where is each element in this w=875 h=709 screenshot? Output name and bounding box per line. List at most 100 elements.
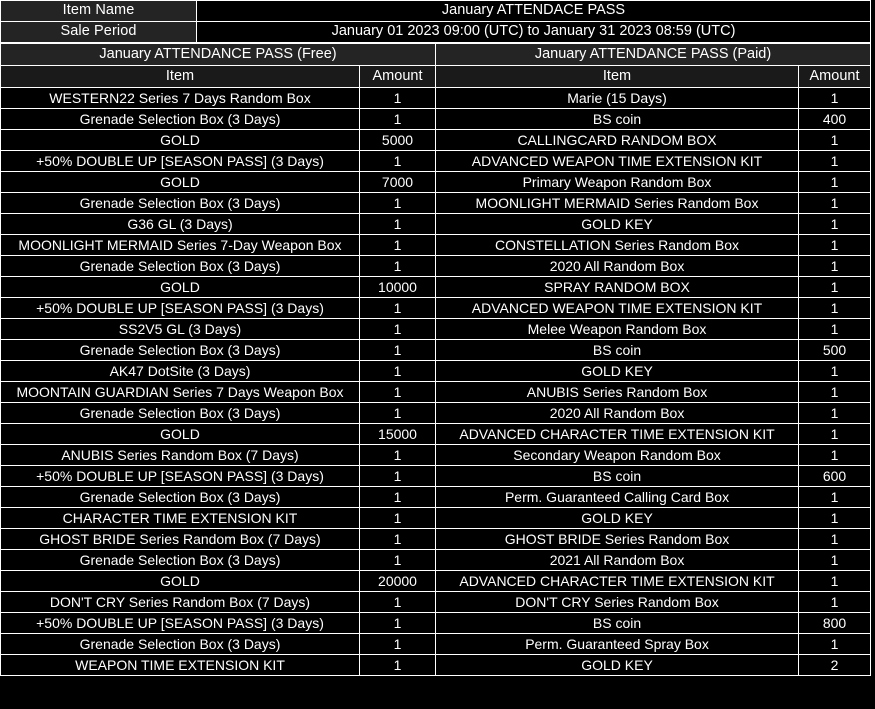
table-row: GOLD 15000 ADVANCED CHARACTER TIME EXTENSI… <box>0 423 872 445</box>
free-amount-column-header: Amount <box>358 65 437 88</box>
paid-amount-cell: 1 <box>798 192 872 214</box>
table-row: Grenade Selection Box (3 Days) 1 MOONLIGHT… <box>0 192 872 214</box>
free-item-cell: GOLD <box>0 423 360 445</box>
paid-item-cell: 2021 All Random Box <box>435 549 800 571</box>
table-row: AK47 DotSite (3 Days) 1 GOLD KEY 1 <box>0 360 872 382</box>
free-item-cell: Grenade Selection Box (3 Days) <box>0 108 360 130</box>
table-row: GOLD 5000 CALLINGCARD RANDOM BOX 1 <box>0 129 872 151</box>
paid-amount-cell: 1 <box>798 549 872 571</box>
free-amount-cell: 1 <box>358 318 437 340</box>
column-header-row: Item Amount Item Amount <box>0 65 872 88</box>
free-item-cell: Grenade Selection Box (3 Days) <box>0 486 360 508</box>
free-amount-cell: 1 <box>358 150 437 172</box>
sale-period-row: Sale Period January 01 2023 09:00 (UTC) … <box>0 21 871 43</box>
free-item-cell: AK47 DotSite (3 Days) <box>0 360 360 382</box>
attendance-pass-table-page: Item Name January ATTENDACE PASS Sale Pe… <box>0 0 875 709</box>
table-row: +50% DOUBLE UP [SEASON PASS] (3 Days) 1 AD… <box>0 150 872 172</box>
paid-item-cell: Perm. Guaranteed Spray Box <box>435 633 800 655</box>
paid-item-cell: ADVANCED WEAPON TIME EXTENSION KIT <box>435 297 800 319</box>
table-row: GOLD 10000 SPRAY RANDOM BOX 1 <box>0 276 872 298</box>
table-row: Grenade Selection Box (3 Days) 1 2020 All … <box>0 402 872 424</box>
paid-item-cell: Marie (15 Days) <box>435 87 800 109</box>
free-amount-cell: 1 <box>358 108 437 130</box>
sale-period-value: January 01 2023 09:00 (UTC) to January 3… <box>196 21 871 43</box>
table-row: MOONTAIN GUARDIAN Series 7 Days Weapon B… <box>0 381 872 403</box>
free-amount-cell: 1 <box>358 549 437 571</box>
paid-item-cell: BS coin <box>435 108 800 130</box>
free-amount-cell: 20000 <box>358 570 437 592</box>
item-name-row: Item Name January ATTENDACE PASS <box>0 0 871 22</box>
paid-item-cell: Perm. Guaranteed Calling Card Box <box>435 486 800 508</box>
table-row: +50% DOUBLE UP [SEASON PASS] (3 Days) 1 BS… <box>0 612 872 634</box>
paid-item-cell: 2020 All Random Box <box>435 255 800 277</box>
sale-period-label: Sale Period <box>0 21 197 43</box>
rewards-table: January ATTENDANCE PASS (Free) January A… <box>0 43 872 676</box>
free-amount-cell: 1 <box>358 633 437 655</box>
free-amount-cell: 1 <box>358 192 437 214</box>
table-row: +50% DOUBLE UP [SEASON PASS] (3 Days) 1 BS… <box>0 465 872 487</box>
free-item-cell: Grenade Selection Box (3 Days) <box>0 255 360 277</box>
free-amount-cell: 1 <box>358 255 437 277</box>
paid-amount-cell: 1 <box>798 213 872 235</box>
free-item-cell: MOONTAIN GUARDIAN Series 7 Days Weapon B… <box>0 381 360 403</box>
paid-amount-cell: 1 <box>798 423 872 445</box>
free-amount-cell: 7000 <box>358 171 437 193</box>
free-amount-cell: 1 <box>358 654 437 676</box>
paid-amount-cell: 1 <box>798 633 872 655</box>
table-row: Grenade Selection Box (3 Days) 1 BS coin 40… <box>0 108 872 130</box>
free-item-cell: GOLD <box>0 276 360 298</box>
paid-item-cell: ADVANCED CHARACTER TIME EXTENSION KIT <box>435 423 800 445</box>
paid-amount-cell: 1 <box>798 402 872 424</box>
free-amount-cell: 1 <box>358 465 437 487</box>
table-row: MOONLIGHT MERMAID Series 7-Day Weapon Bo… <box>0 234 872 256</box>
table-row: Grenade Selection Box (3 Days) 1 2020 All … <box>0 255 872 277</box>
paid-item-cell: GOLD KEY <box>435 360 800 382</box>
paid-item-cell: GOLD KEY <box>435 654 800 676</box>
free-item-cell: SS2V5 GL (3 Days) <box>0 318 360 340</box>
paid-amount-cell: 1 <box>798 360 872 382</box>
table-row: CHARACTER TIME EXTENSION KIT 1 GOLD KEY 1 <box>0 507 872 529</box>
paid-item-cell: ANUBIS Series Random Box <box>435 381 800 403</box>
free-amount-cell: 1 <box>358 402 437 424</box>
table-row: GHOST BRIDE Series Random Box (7 Days) 1 G… <box>0 528 872 550</box>
paid-item-cell: 2020 All Random Box <box>435 402 800 424</box>
free-item-cell: GHOST BRIDE Series Random Box (7 Days) <box>0 528 360 550</box>
table-row: GOLD 20000 ADVANCED CHARACTER TIME EXTENSI… <box>0 570 872 592</box>
free-item-cell: WEAPON TIME EXTENSION KIT <box>0 654 360 676</box>
table-row: WESTERN22 Series 7 Days Random Box 1 Marie… <box>0 87 872 109</box>
paid-amount-column-header: Amount <box>798 65 872 88</box>
table-row: ANUBIS Series Random Box (7 Days) 1 Second… <box>0 444 872 466</box>
free-amount-cell: 1 <box>358 297 437 319</box>
paid-item-column-header: Item <box>435 65 800 88</box>
free-amount-cell: 1 <box>358 234 437 256</box>
free-amount-cell: 10000 <box>358 276 437 298</box>
paid-amount-cell: 1 <box>798 570 872 592</box>
free-amount-cell: 1 <box>358 612 437 634</box>
paid-item-cell: BS coin <box>435 465 800 487</box>
free-amount-cell: 15000 <box>358 423 437 445</box>
free-amount-cell: 1 <box>358 213 437 235</box>
paid-item-cell: Melee Weapon Random Box <box>435 318 800 340</box>
paid-amount-cell: 1 <box>798 234 872 256</box>
rewards-rows-body: WESTERN22 Series 7 Days Random Box 1 Marie… <box>0 87 872 676</box>
paid-item-cell: BS coin <box>435 339 800 361</box>
free-amount-cell: 1 <box>358 486 437 508</box>
table-row: Grenade Selection Box (3 Days) 1 Perm. Gua… <box>0 486 872 508</box>
paid-amount-cell: 1 <box>798 297 872 319</box>
free-item-cell: Grenade Selection Box (3 Days) <box>0 339 360 361</box>
paid-item-cell: SPRAY RANDOM BOX <box>435 276 800 298</box>
free-amount-cell: 1 <box>358 528 437 550</box>
free-item-cell: GOLD <box>0 129 360 151</box>
paid-amount-cell: 600 <box>798 465 872 487</box>
paid-item-cell: ADVANCED WEAPON TIME EXTENSION KIT <box>435 150 800 172</box>
paid-item-cell: MOONLIGHT MERMAID Series Random Box <box>435 192 800 214</box>
table-row: Grenade Selection Box (3 Days) 1 BS coin 50… <box>0 339 872 361</box>
free-item-cell: Grenade Selection Box (3 Days) <box>0 192 360 214</box>
paid-amount-cell: 1 <box>798 507 872 529</box>
paid-item-cell: Secondary Weapon Random Box <box>435 444 800 466</box>
table-row: SS2V5 GL (3 Days) 1 Melee Weapon Random Bo… <box>0 318 872 340</box>
paid-item-cell: Primary Weapon Random Box <box>435 171 800 193</box>
free-amount-cell: 1 <box>358 360 437 382</box>
free-item-cell: Grenade Selection Box (3 Days) <box>0 402 360 424</box>
free-item-cell: GOLD <box>0 171 360 193</box>
